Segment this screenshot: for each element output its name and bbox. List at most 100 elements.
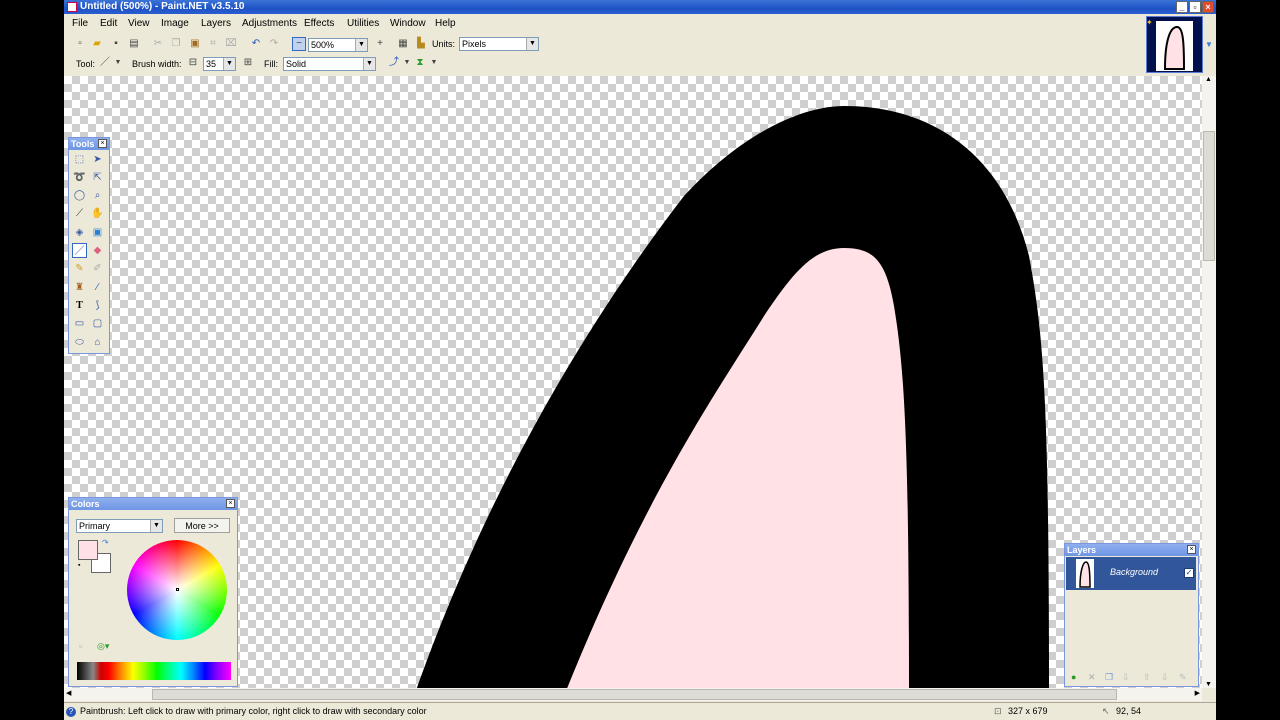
tool-label: Tool:	[76, 59, 96, 69]
new-icon[interactable]: ▫	[74, 38, 86, 50]
minimize-button[interactable]: _	[1176, 1, 1188, 13]
scroll-left-icon[interactable]: ◀	[66, 689, 71, 697]
more-colors-button[interactable]: More >>	[174, 518, 230, 533]
menu-utilities[interactable]: Utilities	[347, 18, 379, 29]
antialias-icon[interactable]: ⤴	[388, 57, 400, 69]
image-size-icon: ⊡	[994, 706, 1002, 716]
swap-colors-icon[interactable]: ↷	[102, 538, 109, 547]
menu-file[interactable]: File	[72, 18, 88, 29]
primary-color-swatch[interactable]	[78, 540, 98, 560]
paintbrush-icon[interactable]: ／	[99, 57, 111, 69]
clone-stamp-icon[interactable]: ✐	[90, 261, 105, 276]
plus-icon[interactable]: ⊞	[242, 57, 254, 69]
duplicate-layer-icon[interactable]: ❐	[1105, 672, 1113, 683]
tools-panel-close-icon[interactable]: ×	[98, 139, 107, 148]
chevron-down-icon[interactable]: ▼	[112, 57, 124, 69]
magic-wand-icon[interactable]: ⟋	[72, 206, 87, 221]
image-thumbnail[interactable]: ✦	[1146, 16, 1203, 73]
brush-width-combo[interactable]: 35 ▼	[203, 57, 236, 71]
menu-adjustments[interactable]: Adjustments	[242, 18, 297, 29]
text-icon[interactable]: T	[72, 298, 87, 313]
deselect-icon[interactable]: ⌧	[225, 38, 237, 50]
move-layer-down-icon[interactable]: ⇩	[1161, 672, 1169, 683]
color-picker-icon[interactable]: ⁄	[90, 280, 105, 295]
layer-visible-checkbox[interactable]: ✓	[1184, 568, 1194, 578]
horizontal-scroll-thumb[interactable]	[152, 689, 1117, 700]
freeform-shape-icon[interactable]: ⌂	[90, 335, 105, 350]
vertical-scrollbar[interactable]: ▲ ▼	[1202, 76, 1216, 688]
add-layer-icon[interactable]: ●	[1071, 672, 1076, 682]
blend-mode-icon[interactable]: ⧗	[414, 57, 426, 69]
ellipse-icon[interactable]: ⬭	[72, 335, 87, 350]
layers-panel-close-icon[interactable]: ×	[1187, 545, 1196, 554]
redo-icon[interactable]: ↷	[268, 38, 280, 50]
thumbnail-arrow-icon[interactable]: ▼	[1205, 40, 1213, 49]
gradient-icon[interactable]: ▣	[90, 225, 105, 240]
line-curve-icon[interactable]: ⟆	[90, 298, 105, 313]
move-selection-icon[interactable]: ➤	[90, 152, 105, 167]
zoom-out-icon[interactable]: −	[292, 37, 306, 51]
delete-layer-icon[interactable]: ✕	[1088, 672, 1096, 683]
add-palette-icon[interactable]: ▫	[79, 641, 82, 651]
layer-row[interactable]: Background ✓	[1066, 557, 1196, 590]
color-palette[interactable]	[77, 662, 231, 680]
copy-icon[interactable]: ❐	[170, 38, 182, 50]
paint-bucket-icon[interactable]: ◈	[72, 225, 87, 240]
pan-icon[interactable]: ✋	[90, 206, 105, 221]
undo-icon[interactable]: ↶	[250, 38, 262, 50]
menu-help[interactable]: Help	[435, 18, 456, 29]
thumbnail-preview	[1156, 21, 1193, 71]
pencil-icon[interactable]: ✎	[72, 261, 87, 276]
lasso-icon[interactable]: ➰	[72, 170, 87, 185]
ellipse-select-icon[interactable]: ◯	[72, 188, 87, 203]
vertical-scroll-thumb[interactable]	[1203, 131, 1215, 261]
move-layer-up-icon[interactable]: ⇧	[1143, 672, 1151, 683]
chevron-down-icon[interactable]: ▼	[401, 57, 413, 69]
scroll-up-icon[interactable]: ▲	[1205, 76, 1212, 83]
close-button[interactable]: ×	[1202, 1, 1214, 13]
chevron-down-icon: ▼	[223, 58, 235, 70]
rounded-rectangle-icon[interactable]: ▢	[90, 316, 105, 331]
minus-icon[interactable]: ⊟	[187, 57, 199, 69]
merge-layer-icon[interactable]: ⇩	[1122, 672, 1130, 683]
menu-image[interactable]: Image	[161, 18, 189, 29]
menu-view[interactable]: View	[128, 18, 150, 29]
print-icon[interactable]: ▤	[128, 38, 140, 50]
recolor-icon[interactable]: ♜	[72, 280, 87, 295]
grid-icon[interactable]: ▦	[397, 38, 409, 50]
cut-icon[interactable]: ✂	[152, 38, 164, 50]
paste-icon[interactable]: ▣	[189, 38, 201, 50]
horizontal-scrollbar[interactable]: ◀ ▶	[64, 688, 1202, 701]
fill-combo[interactable]: Solid ▼	[283, 57, 376, 71]
layer-properties-icon[interactable]: ✎	[1179, 672, 1187, 683]
crop-icon[interactable]: ⌗	[207, 38, 219, 50]
units-combo[interactable]: Pixels ▼	[459, 37, 539, 51]
eraser-icon[interactable]: ◆	[90, 243, 105, 258]
brush-width-value: 35	[206, 59, 217, 69]
units-label: Units:	[432, 39, 456, 49]
reset-colors-icon[interactable]: ▪	[78, 562, 80, 569]
scroll-right-icon[interactable]: ▶	[1195, 689, 1200, 697]
menu-edit[interactable]: Edit	[100, 18, 117, 29]
rectangle-select-icon[interactable]: ⬚	[72, 152, 87, 167]
move-selected-icon[interactable]: ⇱	[90, 170, 105, 185]
palette-menu-icon[interactable]: ◎▾	[97, 641, 109, 652]
zoom-tool-icon[interactable]: ⌕	[90, 188, 105, 203]
ruler-icon[interactable]: ▙	[415, 38, 427, 50]
chevron-down-icon[interactable]: ▼	[428, 57, 440, 69]
save-icon[interactable]: ▪	[110, 38, 122, 50]
color-mode-combo[interactable]: Primary ▼	[76, 519, 163, 533]
menu-layers[interactable]: Layers	[201, 18, 231, 29]
rectangle-icon[interactable]: ▭	[72, 316, 87, 331]
paintbrush-tool-icon[interactable]: ／	[72, 243, 87, 258]
zoom-combo[interactable]: 500% ▼	[308, 38, 368, 52]
color-wheel[interactable]	[127, 540, 227, 640]
menu-effects[interactable]: Effects	[304, 18, 334, 29]
scroll-down-icon[interactable]: ▼	[1205, 681, 1212, 688]
zoom-in-icon[interactable]: +	[374, 38, 386, 50]
menu-window[interactable]: Window	[390, 18, 426, 29]
colors-panel-close-icon[interactable]: ×	[226, 499, 235, 508]
maximize-button[interactable]: ▫	[1189, 1, 1201, 13]
units-value: Pixels	[462, 39, 487, 49]
open-icon[interactable]: ▰	[91, 38, 103, 50]
